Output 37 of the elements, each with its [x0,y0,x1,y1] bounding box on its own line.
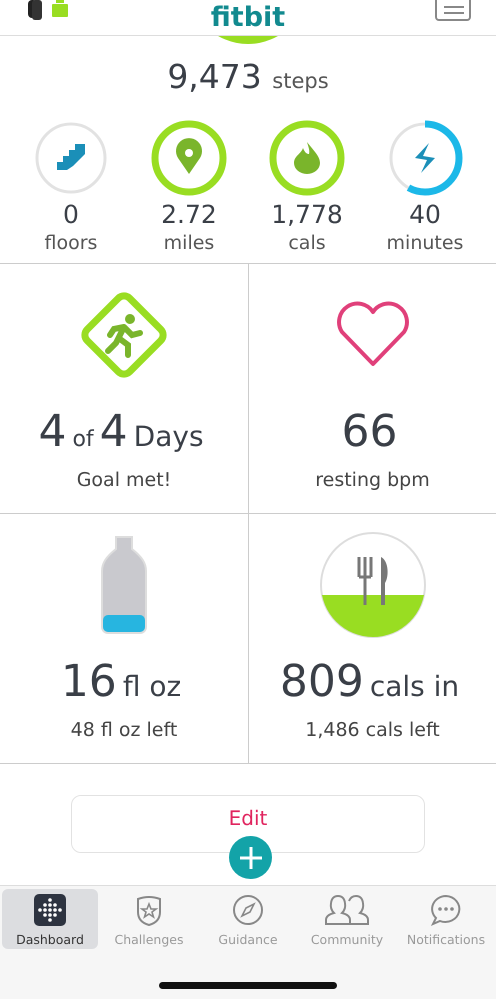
stat-label: cals [288,231,326,256]
stairs-icon [57,144,85,170]
nav-tab[interactable]: Notifications [398,889,494,949]
location-pin-icon [176,138,202,174]
steps-count: 9,473 steps [167,60,329,93]
add-button[interactable] [229,836,272,879]
compass-icon [232,894,264,926]
dots-logo-icon [34,894,66,926]
stat-label: floors [44,231,98,256]
edit-button[interactable]: Edit [71,795,425,853]
nav-tab[interactable]: Dashboard [2,889,98,949]
profile-card-icon[interactable] [434,0,472,21]
people-icon [324,894,370,926]
tile-caption: Goal met! [76,469,172,491]
tile-value: 66 [342,408,398,459]
tile-caption: 1,486 cals left [305,719,440,741]
stat-value: 0 [63,200,79,230]
tile-value: 4 of 4 Days [38,408,205,459]
stat-value: 1,778 [271,200,343,230]
tile-value: 16 fl oz [60,658,182,709]
water-bottle-icon [98,535,150,635]
stat-label: miles [164,231,214,256]
nav-tab[interactable]: Challenges [101,889,197,949]
tile-value: 809 cals in [280,658,460,709]
nav-tab[interactable]: Guidance [200,889,296,949]
nav-tab[interactable]: Community [299,889,395,949]
plus-icon [238,846,262,870]
tile-caption: resting bpm [315,469,430,491]
fork-and-knife-icon [318,531,426,639]
fitbit-logo: fitbit [210,4,286,31]
tile-caption: 48 fl oz left [70,719,178,741]
chat-bubble-icon [430,894,462,926]
lightning-icon [415,143,435,173]
stat-value: 40 [409,200,441,230]
stat-label: minutes [386,231,464,256]
stat-value: 2.72 [161,200,217,230]
flame-icon [294,142,320,174]
